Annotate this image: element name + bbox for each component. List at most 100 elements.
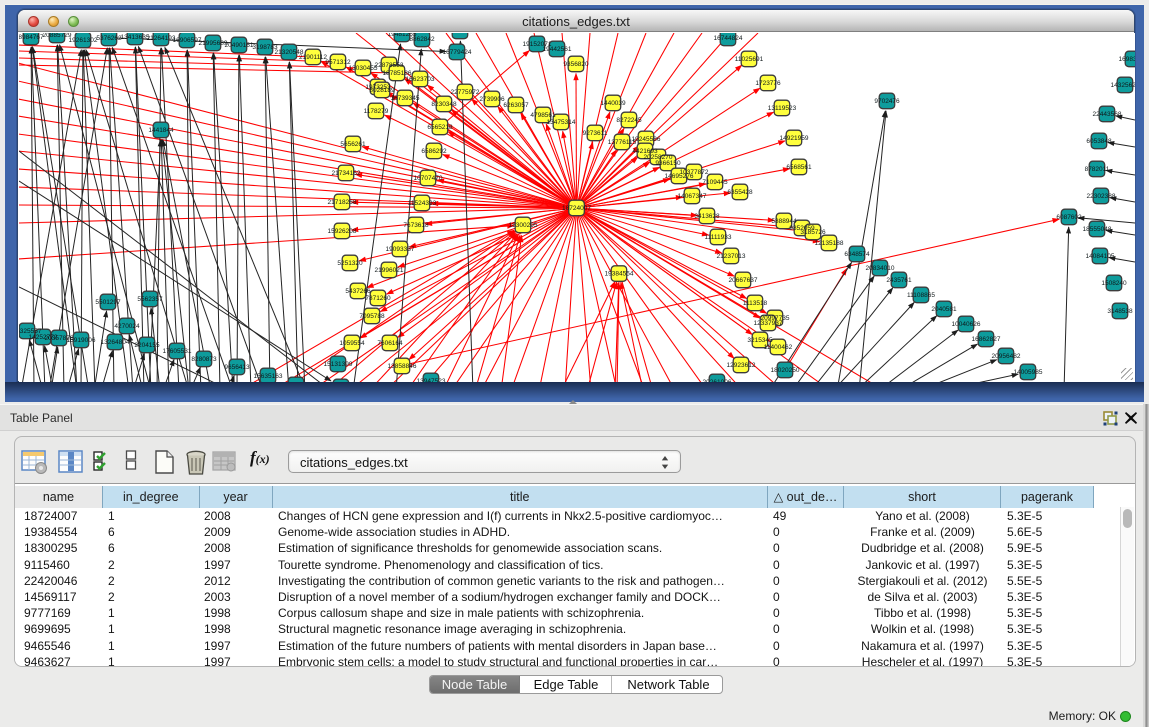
svg-text:5251320: 5251320 bbox=[337, 260, 363, 267]
svg-text:2739906: 2739906 bbox=[479, 96, 505, 103]
svg-text:22443568: 22443568 bbox=[1093, 111, 1122, 118]
svg-text:10707470: 10707470 bbox=[414, 175, 443, 182]
svg-text:16623703: 16623703 bbox=[406, 76, 435, 83]
svg-text:1440039: 1440039 bbox=[600, 100, 626, 107]
svg-text:21996021: 21996021 bbox=[375, 267, 404, 274]
svg-text:1178279: 1178279 bbox=[364, 108, 389, 115]
svg-text:22878553: 22878553 bbox=[375, 62, 404, 69]
svg-text:6568561: 6568561 bbox=[786, 164, 812, 171]
svg-text:20885729: 20885729 bbox=[43, 33, 72, 39]
svg-text:1113518: 1113518 bbox=[743, 300, 768, 307]
svg-text:14325625: 14325625 bbox=[1111, 82, 1135, 89]
svg-text:16739345: 16739345 bbox=[391, 95, 420, 102]
svg-text:6263057: 6263057 bbox=[503, 102, 529, 109]
svg-text:2435761: 2435761 bbox=[886, 277, 912, 284]
svg-text:6087602: 6087602 bbox=[1056, 214, 1082, 221]
svg-text:8782011: 8782011 bbox=[1085, 166, 1110, 173]
svg-text:6355428: 6355428 bbox=[727, 189, 753, 196]
svg-text:17605531: 17605531 bbox=[163, 348, 192, 355]
svg-text:10377872: 10377872 bbox=[680, 169, 709, 176]
svg-text:4798561: 4798561 bbox=[530, 112, 556, 119]
svg-text:3185726: 3185726 bbox=[800, 229, 826, 236]
svg-text:21264193: 21264193 bbox=[147, 35, 176, 42]
svg-text:13264804: 13264804 bbox=[101, 339, 130, 346]
svg-text:19245586: 19245586 bbox=[632, 136, 661, 143]
svg-text:20667637: 20667637 bbox=[729, 277, 758, 284]
svg-text:15635163: 15635163 bbox=[254, 373, 283, 380]
svg-text:9366150: 9366150 bbox=[655, 160, 681, 167]
svg-text:7871260: 7871260 bbox=[365, 295, 391, 302]
svg-text:8028189: 8028189 bbox=[369, 87, 395, 94]
svg-text:10040626: 10040626 bbox=[952, 321, 981, 328]
svg-text:8230348: 8230348 bbox=[431, 101, 457, 108]
svg-text:3215345: 3215345 bbox=[747, 337, 773, 344]
svg-text:20261006: 20261006 bbox=[703, 379, 732, 382]
svg-text:16744824: 16744824 bbox=[714, 35, 743, 42]
svg-text:22775972: 22775972 bbox=[451, 89, 480, 96]
svg-text:13413635: 13413635 bbox=[121, 34, 150, 41]
svg-text:5501297: 5501297 bbox=[95, 299, 121, 306]
svg-text:3413628: 3413628 bbox=[694, 213, 720, 220]
svg-text:8280873: 8280873 bbox=[191, 356, 217, 363]
svg-text:21237013: 21237013 bbox=[717, 253, 746, 260]
svg-text:12337937: 12337937 bbox=[754, 320, 783, 327]
svg-text:9356820: 9356820 bbox=[563, 61, 589, 68]
svg-text:16862827: 16862827 bbox=[972, 336, 1001, 343]
svg-text:5376262: 5376262 bbox=[96, 35, 122, 42]
svg-text:6565218: 6565218 bbox=[427, 124, 453, 131]
svg-text:18020250: 18020250 bbox=[771, 367, 800, 374]
svg-text:19442561: 19442561 bbox=[543, 46, 572, 53]
svg-text:12135188: 12135188 bbox=[815, 240, 844, 247]
svg-text:11108865: 11108865 bbox=[907, 292, 935, 299]
svg-text:5656261: 5656261 bbox=[340, 141, 366, 148]
svg-text:12923612: 12923612 bbox=[727, 362, 756, 369]
svg-text:19384554: 19384554 bbox=[605, 271, 634, 278]
svg-text:21995689: 21995689 bbox=[199, 40, 228, 47]
svg-text:6053848: 6053848 bbox=[1086, 138, 1112, 145]
svg-text:9571312: 9571312 bbox=[325, 59, 351, 66]
svg-text:20834010: 20834010 bbox=[866, 265, 895, 272]
svg-text:1508240: 1508240 bbox=[1101, 280, 1127, 287]
svg-text:11111933: 11111933 bbox=[705, 234, 732, 241]
svg-text:4270024: 4270024 bbox=[114, 323, 140, 330]
svg-text:2204155: 2204155 bbox=[134, 342, 160, 349]
svg-text:13947523: 13947523 bbox=[417, 378, 446, 382]
svg-text:9702476: 9702476 bbox=[874, 98, 900, 105]
svg-text:16906597: 16906597 bbox=[173, 37, 202, 44]
svg-text:2040581: 2040581 bbox=[931, 306, 957, 313]
svg-text:21901112: 21901112 bbox=[299, 54, 327, 61]
svg-text:18555048: 18555048 bbox=[1083, 226, 1112, 233]
svg-text:7673618: 7673618 bbox=[403, 222, 429, 229]
svg-text:21734162: 21734162 bbox=[332, 170, 361, 177]
svg-text:13119523: 13119523 bbox=[768, 105, 797, 112]
svg-text:21718268: 21718268 bbox=[328, 199, 357, 206]
svg-text:16779424: 16779424 bbox=[443, 49, 472, 56]
svg-text:1723776: 1723776 bbox=[755, 80, 781, 87]
svg-text:1441844: 1441844 bbox=[148, 127, 174, 134]
svg-text:20956482: 20956482 bbox=[992, 353, 1021, 360]
svg-text:7095788: 7095788 bbox=[359, 313, 385, 320]
svg-text:16983761: 16983761 bbox=[1119, 56, 1135, 63]
svg-text:5562357: 5562357 bbox=[137, 296, 163, 303]
svg-text:19093337: 19093337 bbox=[386, 246, 415, 253]
svg-text:5888944: 5888944 bbox=[771, 218, 797, 225]
svg-text:5437266: 5437266 bbox=[345, 288, 371, 295]
svg-text:18724007: 18724007 bbox=[562, 205, 591, 212]
svg-text:14067347: 14067347 bbox=[678, 193, 707, 200]
svg-text:9656413: 9656413 bbox=[224, 364, 250, 371]
svg-text:7606164: 7606164 bbox=[377, 340, 403, 347]
svg-text:6348574: 6348574 bbox=[844, 251, 870, 258]
svg-text:14084105: 14084105 bbox=[1086, 253, 1115, 260]
svg-text:11025691: 11025691 bbox=[735, 56, 764, 63]
svg-text:13030455: 13030455 bbox=[349, 65, 378, 72]
svg-text:8862842: 8862842 bbox=[409, 36, 435, 43]
svg-text:11400462: 11400462 bbox=[764, 344, 793, 351]
svg-text:20490161: 20490161 bbox=[225, 42, 254, 49]
svg-text:6586292: 6586292 bbox=[421, 148, 447, 155]
svg-text:19261302: 19261302 bbox=[69, 37, 98, 44]
svg-text:14005985: 14005985 bbox=[1014, 369, 1043, 376]
svg-text:9273611: 9273611 bbox=[583, 130, 608, 137]
svg-text:7109445: 7109445 bbox=[702, 179, 728, 186]
svg-text:22302388: 22302388 bbox=[1087, 193, 1116, 200]
svg-text:3148538: 3148538 bbox=[1107, 308, 1133, 315]
